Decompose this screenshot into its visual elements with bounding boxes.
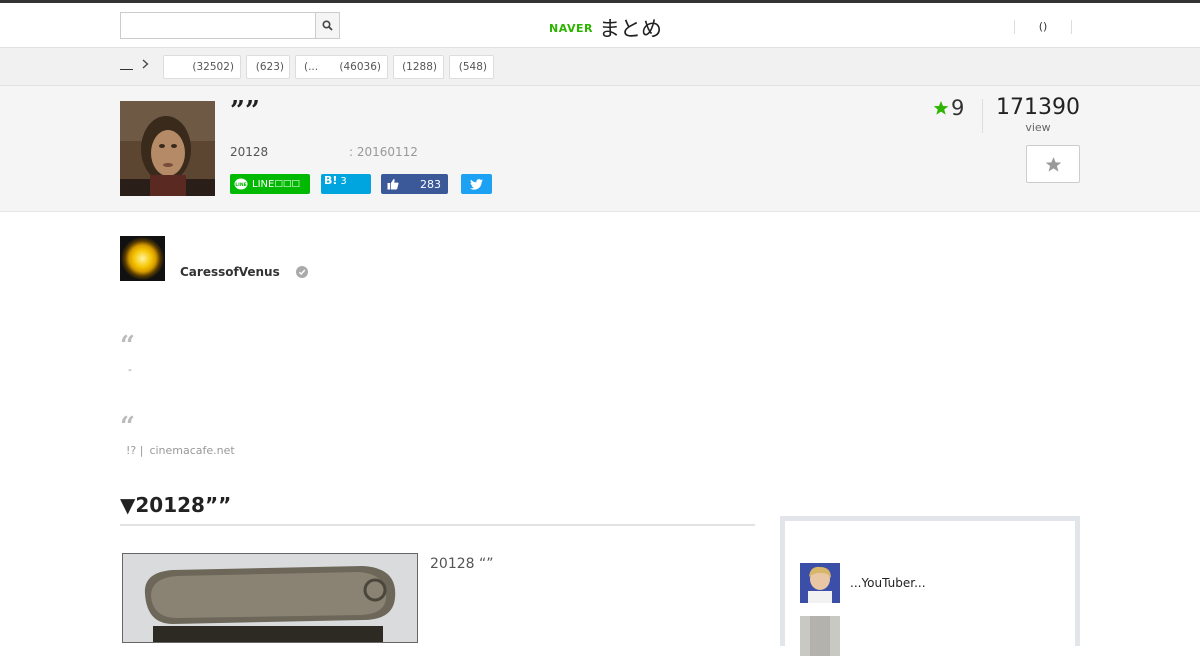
divider <box>982 99 983 133</box>
category-chip[interactable]: (623) <box>246 55 290 79</box>
category-chip[interactable]: (548) <box>449 55 494 79</box>
article-meta: 20128 <box>230 145 269 159</box>
view-label: view <box>1025 121 1051 134</box>
image-caption: 20128 “” <box>430 556 494 572</box>
breadcrumb-label <box>120 58 133 70</box>
related-item[interactable]: ...YouTuber... <box>800 563 926 603</box>
related-thumbnail <box>800 616 840 656</box>
category-chip[interactable]: (32502) <box>163 55 241 79</box>
favorite-count: 9 <box>933 96 964 120</box>
related-thumbnail <box>800 563 840 603</box>
header: NAVER まとめ () <box>0 3 1200 48</box>
quote-text: - <box>128 363 132 376</box>
author-info: CaressofVenus <box>180 265 308 279</box>
search-box <box>120 12 340 39</box>
line-icon: LINE <box>234 178 248 189</box>
article-date: : 20160112 <box>349 145 418 159</box>
svg-text:LINE: LINE <box>235 182 246 188</box>
quote-source-link[interactable]: cinemacafe.net <box>149 444 234 457</box>
star-icon <box>933 101 949 115</box>
thumbnail-image <box>120 101 215 196</box>
chevron-right-icon <box>142 59 149 69</box>
category-bar: (32502) (623) (... (46036) (1288) (548) <box>0 48 1200 86</box>
header-user-menu[interactable]: () <box>1014 20 1072 34</box>
section-heading: ▼20128”” <box>120 493 755 526</box>
related-item[interactable] <box>800 616 850 656</box>
category-chip[interactable]: (... (46036) <box>295 55 388 79</box>
logo-matome: まとめ <box>598 17 662 41</box>
breadcrumb[interactable] <box>120 58 149 70</box>
line-share-button[interactable]: LINE LINE □□□ <box>230 174 310 194</box>
quote-icon: “ <box>120 412 135 442</box>
search-icon <box>322 20 333 31</box>
category-chip[interactable]: (1288) <box>393 55 444 79</box>
site-logo[interactable]: NAVER まとめ <box>549 13 662 43</box>
quote-text: !? | cinemacafe.net <box>126 444 235 457</box>
facebook-like-button[interactable]: 283 <box>381 174 448 194</box>
article-thumbnail[interactable] <box>120 101 215 196</box>
twitter-share-button[interactable] <box>461 174 492 194</box>
twitter-icon <box>470 178 483 190</box>
hatena-icon: B! <box>324 174 338 187</box>
related-sidebar: ...YouTuber... <box>780 516 1080 656</box>
view-count: 171390 <box>996 95 1080 120</box>
search-button[interactable] <box>315 13 339 38</box>
add-favorite-button[interactable] <box>1026 145 1080 183</box>
quote-icon: “ <box>120 331 135 361</box>
hatena-bookmark-button[interactable]: B! 3 <box>321 174 371 194</box>
hatena-count: 3 <box>340 176 347 187</box>
logo-naver: NAVER <box>549 21 593 35</box>
search-input[interactable] <box>121 13 315 38</box>
author-avatar[interactable] <box>120 236 165 281</box>
verified-icon <box>295 266 308 278</box>
article-header: ”” 20128 : 20160112 LINE LINE □□□ B! 3 28… <box>0 86 1200 212</box>
related-title: ...YouTuber... <box>850 576 926 590</box>
author-name[interactable]: CaressofVenus <box>180 265 280 279</box>
star-icon <box>1045 156 1061 172</box>
article-title: ”” <box>230 96 260 126</box>
facebook-count: 283 <box>420 177 441 191</box>
thumbs-up-icon <box>387 179 399 190</box>
